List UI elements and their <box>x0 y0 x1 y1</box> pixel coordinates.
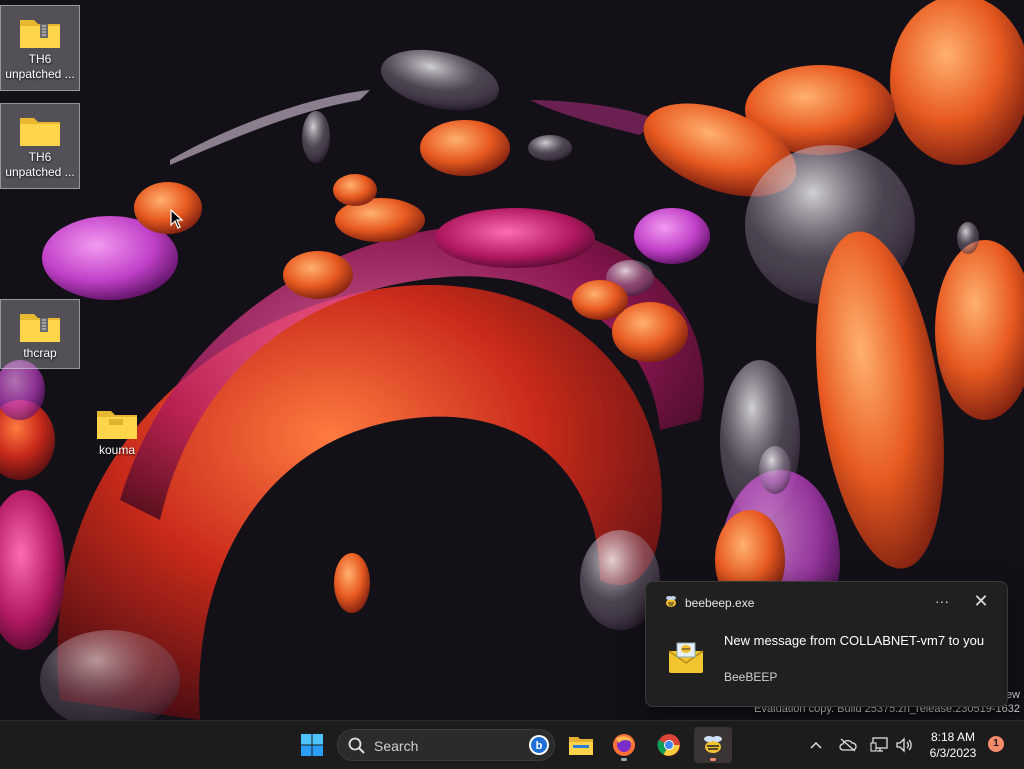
zip-folder-icon <box>20 314 60 342</box>
desktop-icon-thcrap[interactable]: thcrap <box>0 299 80 369</box>
running-indicator <box>710 758 716 761</box>
desktop-icon-label: TH6 unpatched ... <box>5 150 75 179</box>
speaker-icon <box>896 737 912 753</box>
desktop-icon-th6-unpatched-zip[interactable]: TH6 unpatched ... <box>0 5 80 91</box>
network-icon <box>870 737 888 752</box>
notification-toast[interactable]: beebeep.exe ··· ✕ New message from COLLA… <box>645 581 1008 707</box>
running-indicator <box>621 758 627 761</box>
notification-sender: BeeBEEP <box>724 670 778 684</box>
svg-text:b: b <box>536 740 543 752</box>
clock-date: 6/3/2023 <box>929 746 977 760</box>
beebeep-icon <box>704 736 722 753</box>
bing-icon[interactable]: b <box>528 734 550 756</box>
chrome-icon <box>657 734 680 756</box>
chevron-up-icon <box>810 741 822 749</box>
taskbar-search-box[interactable]: Search b <box>337 729 555 761</box>
start-button[interactable] <box>293 727 331 763</box>
desktop-icon-label: kouma <box>98 443 136 457</box>
desktop-icon-label: TH6 unpatched ... <box>5 52 75 81</box>
firefox-icon <box>613 734 635 756</box>
firefox-button[interactable] <box>605 727 643 763</box>
notification-close-button[interactable]: ✕ <box>968 590 994 614</box>
notification-app-name: beebeep.exe <box>685 596 755 610</box>
zip-folder-icon <box>20 20 60 48</box>
onedrive-tray-button[interactable] <box>836 729 860 761</box>
beebeep-button[interactable] <box>694 727 732 763</box>
network-tray-button[interactable] <box>868 729 890 761</box>
file-explorer-button[interactable] <box>562 727 600 763</box>
taskbar-clock[interactable]: 8:18 AM 6/3/2023 <box>920 729 986 761</box>
envelope-icon <box>668 642 704 673</box>
volume-tray-button[interactable] <box>893 729 915 761</box>
clock-time: 8:18 AM <box>930 730 976 744</box>
search-placeholder: Search <box>374 738 419 754</box>
notification-title: New message from COLLABNET-vm7 to you <box>724 633 985 648</box>
taskbar: Search b 8:18 AM 6/3/2023 1 <box>0 720 1024 769</box>
show-hidden-icons-button[interactable] <box>806 729 826 761</box>
mouse-cursor-icon <box>170 209 184 229</box>
cloud-offline-icon <box>839 738 857 752</box>
beebeep-app-icon <box>666 596 676 607</box>
folder-icon <box>20 118 60 146</box>
desktop-icon-kouma[interactable]: kouma <box>78 397 156 467</box>
file-explorer-icon <box>569 737 593 755</box>
chrome-button[interactable] <box>650 727 688 763</box>
folder-icon <box>97 411 137 439</box>
search-icon <box>348 737 365 754</box>
desktop-icon-label: thcrap <box>23 346 57 360</box>
notification-count-badge[interactable]: 1 <box>988 736 1004 752</box>
desktop-icon-th6-unpatched-folder[interactable]: TH6 unpatched ... <box>0 103 80 189</box>
start-icon <box>301 734 323 756</box>
notification-more-button[interactable]: ··· <box>929 590 955 614</box>
